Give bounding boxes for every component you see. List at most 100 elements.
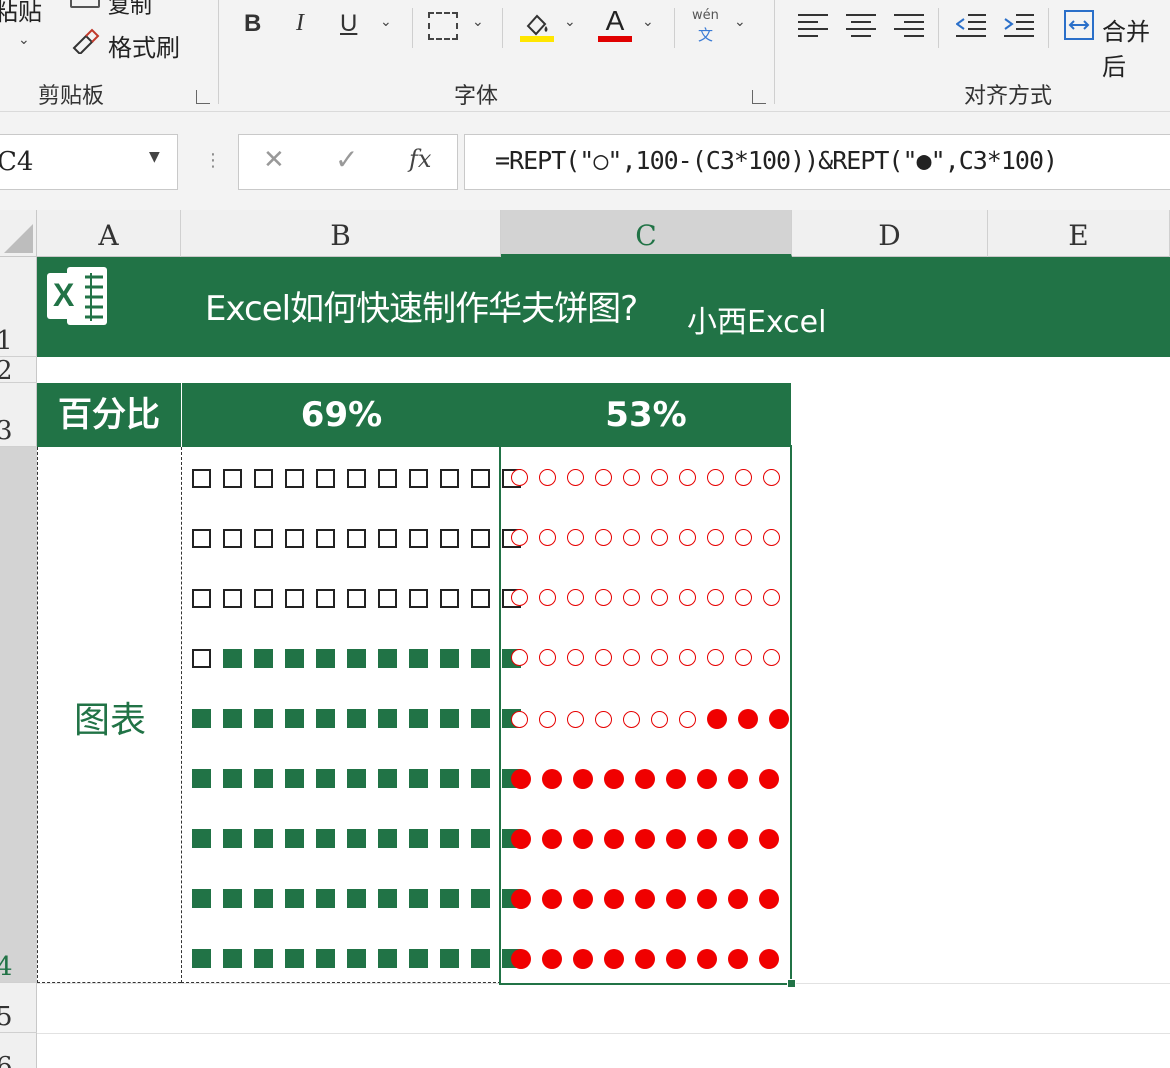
cancel-icon[interactable]: ✕ (263, 145, 285, 175)
fill-color-icon[interactable] (520, 8, 554, 42)
ribbon: 粘贴 ⌄ 复制 格式刷 剪贴板 B I U ⌄ ⌄ ⌄ A ⌄ wén 文 ⌄ … (0, 0, 1170, 112)
paste-dropdown-caret[interactable]: ⌄ (18, 32, 30, 48)
filled-square (347, 829, 366, 848)
increase-indent-icon[interactable] (1004, 12, 1034, 38)
column-header-d[interactable]: D (792, 210, 988, 257)
copy-button[interactable]: 复制 (108, 0, 152, 20)
filled-square (192, 949, 211, 968)
merge-center-button[interactable]: 合并后 (1102, 12, 1170, 82)
column-header-e[interactable]: E (988, 210, 1170, 257)
formula-buttons: ✕ ✓ fx (238, 134, 458, 190)
filled-circle (707, 709, 727, 729)
empty-square (316, 469, 335, 488)
empty-circle (567, 710, 584, 728)
copy-icon[interactable] (70, 0, 100, 8)
font-color-button[interactable]: A (598, 6, 632, 42)
fill-handle[interactable] (787, 979, 796, 988)
more-options-icon[interactable]: ⋮ (204, 150, 222, 171)
filled-square (440, 649, 459, 668)
row-header-6[interactable]: 6 (0, 1033, 37, 1068)
empty-circle (735, 469, 752, 486)
empty-circle (511, 710, 528, 728)
b3-value-cell[interactable]: 69% (182, 383, 501, 447)
filled-square (378, 949, 397, 968)
empty-square (254, 529, 273, 548)
gridline (37, 1033, 1170, 1034)
phonetic-top-label[interactable]: wén (692, 8, 719, 23)
filled-circle (738, 709, 758, 729)
a4-label-cell[interactable]: 图表 (37, 447, 181, 983)
column-header-b[interactable]: B (181, 210, 501, 257)
font-color-dropdown-caret[interactable]: ⌄ (642, 14, 654, 30)
borders-dropdown-caret[interactable]: ⌄ (472, 14, 484, 30)
filled-circle (542, 769, 562, 789)
c3-value-cell[interactable]: 53% (501, 383, 791, 447)
row-header-5[interactable]: 5 (0, 983, 37, 1033)
merge-center-icon[interactable] (1064, 10, 1094, 40)
filled-square (254, 889, 273, 908)
align-center-icon[interactable] (846, 12, 876, 38)
filled-circle (604, 829, 624, 849)
clipboard-launcher-icon[interactable] (196, 90, 210, 104)
column-header-c[interactable]: C (501, 210, 792, 257)
insert-function-icon[interactable]: fx (409, 145, 431, 173)
font-launcher-icon[interactable] (752, 90, 766, 104)
waffle-row-c (511, 829, 790, 849)
empty-square (347, 469, 366, 488)
empty-circle (623, 649, 640, 666)
title-banner[interactable]: X Excel如何快速制作华夫饼图? 小西Excel (37, 257, 1170, 357)
filled-square (440, 829, 459, 848)
empty-square (378, 469, 397, 488)
percent-header-cell[interactable]: 百分比 (37, 383, 181, 447)
empty-square (192, 589, 211, 608)
filled-square (409, 889, 428, 908)
name-box[interactable]: C4 ▼ (0, 134, 178, 190)
waffle-row-b (192, 769, 533, 788)
enter-icon[interactable]: ✓ (335, 143, 358, 176)
empty-circle (735, 589, 752, 606)
empty-square (440, 469, 459, 488)
filled-square (192, 709, 211, 728)
group-divider (412, 8, 413, 48)
clipboard-group-label: 剪贴板 (38, 84, 105, 109)
name-box-value: C4 (0, 147, 34, 177)
empty-square (192, 649, 211, 668)
row-number: 5 (0, 1002, 13, 1032)
formula-input[interactable]: =REPT("○",100-(C3*100))&REPT("●",C3*100) (464, 134, 1170, 190)
underline-button[interactable]: U (340, 10, 357, 38)
row-number: 3 (0, 416, 13, 446)
empty-square (440, 589, 459, 608)
filled-square (316, 829, 335, 848)
empty-square (471, 589, 490, 608)
row-number: 1 (0, 326, 13, 356)
align-right-icon[interactable] (894, 12, 924, 38)
row-header-1[interactable]: 1 (0, 257, 37, 357)
b4-waffle-cell[interactable] (181, 447, 521, 983)
c4-waffle-cell-selected[interactable] (499, 445, 792, 985)
filled-circle (697, 829, 717, 849)
phonetic-bottom-label[interactable]: 文 (698, 24, 713, 45)
align-left-icon[interactable] (798, 12, 828, 38)
borders-icon[interactable] (428, 12, 458, 40)
decrease-indent-icon[interactable] (955, 12, 986, 38)
empty-square (347, 589, 366, 608)
paste-button[interactable]: 粘贴 (0, 0, 42, 27)
empty-square (223, 589, 242, 608)
fill-color-dropdown-caret[interactable]: ⌄ (564, 14, 576, 30)
name-box-dropdown-icon[interactable]: ▼ (149, 149, 160, 165)
format-painter-button[interactable]: 格式刷 (108, 28, 180, 63)
underline-dropdown-caret[interactable]: ⌄ (380, 14, 392, 30)
empty-square (347, 529, 366, 548)
phonetic-dropdown-caret[interactable]: ⌄ (734, 14, 746, 30)
format-painter-icon[interactable] (70, 28, 100, 56)
row-header-3[interactable]: 3 (0, 383, 37, 447)
bold-button[interactable]: B (244, 10, 261, 38)
filled-square (440, 949, 459, 968)
row-header-2[interactable]: 2 (0, 356, 37, 386)
italic-button[interactable]: I (296, 10, 304, 37)
select-all-button[interactable] (0, 210, 37, 257)
empty-circle (651, 469, 668, 486)
column-header-a[interactable]: A (37, 210, 181, 257)
row-header-4[interactable]: 4 (0, 447, 37, 983)
empty-square (285, 529, 304, 548)
